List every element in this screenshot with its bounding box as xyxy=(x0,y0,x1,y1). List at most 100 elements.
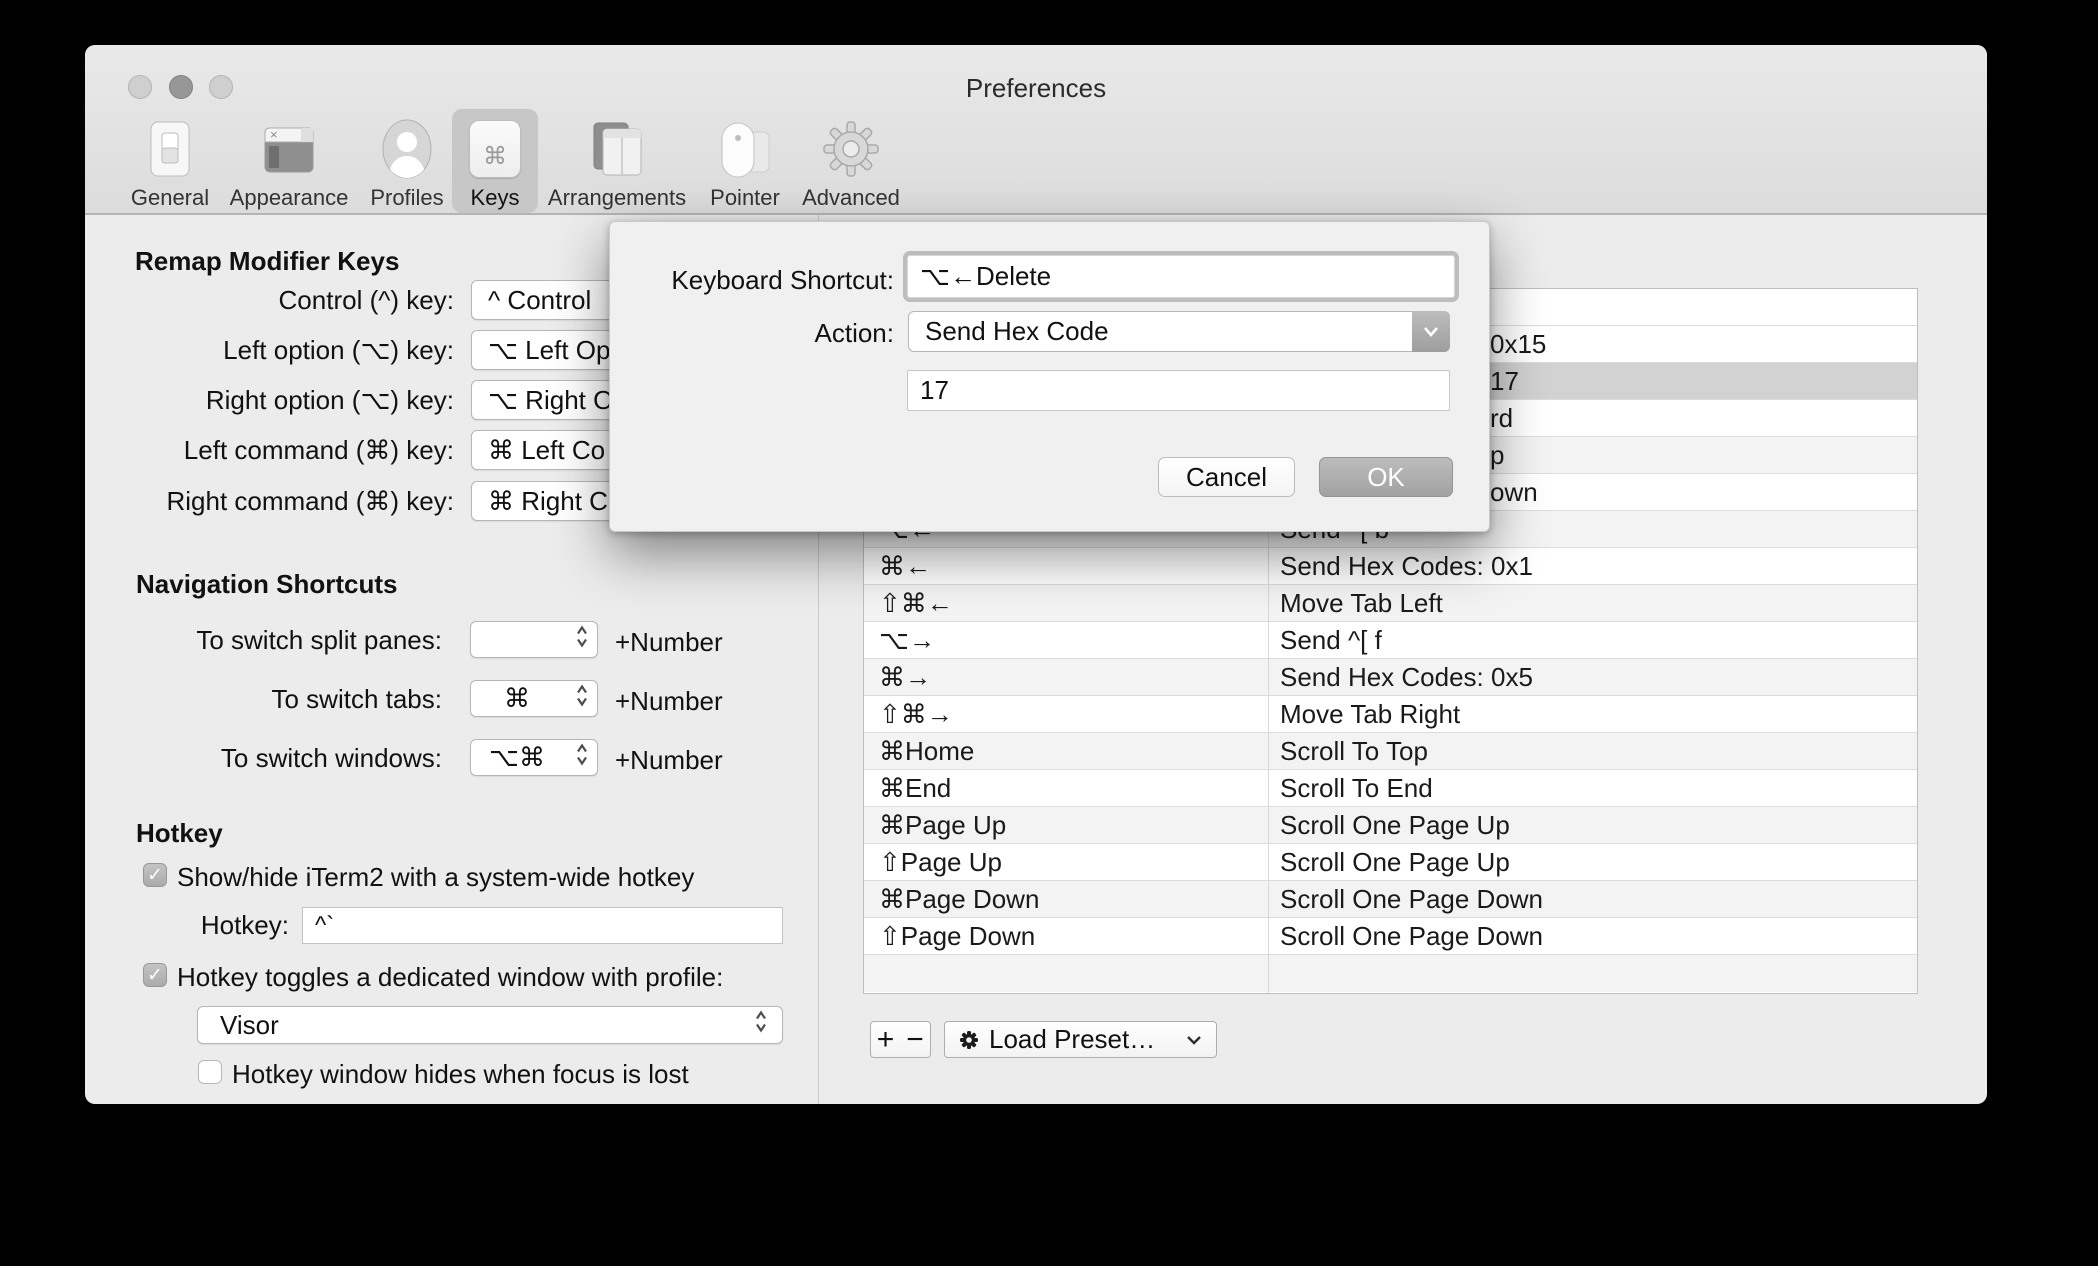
table-row[interactable]: ⌘Page Down Scroll One Page Down xyxy=(864,881,1917,918)
stepper-icon xyxy=(754,1009,768,1042)
toolbar-item-advanced[interactable]: Advanced xyxy=(786,109,916,213)
edit-key-dialog: Keyboard Shortcut: Action: Send Hex Code… xyxy=(609,221,1490,532)
general-icon xyxy=(147,113,193,185)
key-combination-cell: ⇧Page Down xyxy=(879,921,1036,951)
keyboard-shortcut-field[interactable] xyxy=(907,255,1455,298)
action-cell: Scroll One Page Up xyxy=(1280,810,1510,840)
table-row[interactable] xyxy=(864,955,1917,992)
toolbar-item-profiles[interactable]: Profiles xyxy=(352,109,462,213)
key-combination-cell: ⌘Home xyxy=(879,736,975,766)
hex-code-input[interactable] xyxy=(907,370,1450,411)
action-cell: Move Tab Left xyxy=(1280,588,1443,618)
appearance-icon: × xyxy=(261,113,317,185)
hotkey-field-label: Hotkey: xyxy=(200,910,289,940)
action-label: Action: xyxy=(814,318,895,348)
action-cell: Scroll To Top xyxy=(1280,736,1428,766)
key-combination-cell: ⌘← xyxy=(879,551,931,581)
key-combination-cell: ⌘→ xyxy=(879,662,931,692)
toolbar-item-pointer[interactable]: Pointer xyxy=(690,109,800,213)
action-cell: Scroll One Page Down xyxy=(1280,884,1544,914)
table-row[interactable]: ⌥→ Send ^[ f xyxy=(864,622,1917,659)
desktop-background: Preferences General × Appearance Profile… xyxy=(0,0,2098,1266)
profile-popup[interactable]: Visor xyxy=(197,1006,783,1044)
remap-row-label: Control (^) key: xyxy=(278,285,454,315)
cancel-button[interactable]: Cancel xyxy=(1158,457,1295,497)
key-combination-cell: ⌘End xyxy=(879,773,952,803)
table-row[interactable]: ⇧Page Down Scroll One Page Down xyxy=(864,918,1917,955)
add-mapping-button[interactable]: + xyxy=(870,1021,901,1058)
key-combination-cell: ⌥→ xyxy=(879,625,935,655)
action-cell: Send Hex Codes: 0x5 xyxy=(1280,662,1533,692)
nav-row-label: To switch split panes: xyxy=(196,625,442,655)
hotkey-heading: Hotkey xyxy=(136,818,223,848)
hides-on-blur-checkbox[interactable] xyxy=(198,1060,222,1084)
navigation-heading: Navigation Shortcuts xyxy=(136,569,398,599)
toolbar-label: Appearance xyxy=(229,185,349,210)
table-row[interactable]: ⌘← Send Hex Codes: 0x1 xyxy=(864,548,1917,585)
nav-row-label: To switch windows: xyxy=(220,743,442,773)
remap-heading: Remap Modifier Keys xyxy=(135,246,400,276)
remap-row-label: Left option (⌥) key: xyxy=(223,335,454,365)
dedicated-window-checkbox[interactable]: ✓ xyxy=(143,963,167,987)
plus-number-label: +Number xyxy=(615,686,723,716)
svg-text:×: × xyxy=(270,127,278,142)
key-combination-cell: ⌘Page Up xyxy=(879,810,1007,840)
toolbar-item-appearance[interactable]: × Appearance xyxy=(209,109,369,213)
load-preset-label: Load Preset… xyxy=(989,1024,1156,1054)
action-select[interactable]: Send Hex Code xyxy=(908,311,1450,352)
preferences-window: Preferences General × Appearance Profile… xyxy=(85,45,1987,1104)
arrangements-icon xyxy=(588,113,646,185)
key-combination-cell: ⇧⌘← xyxy=(879,588,953,618)
advanced-icon xyxy=(822,113,880,185)
popup-arrow-icon xyxy=(1412,311,1450,352)
load-preset-button[interactable]: Load Preset… xyxy=(944,1021,1217,1058)
action-cell xyxy=(1268,955,1917,992)
plus-number-label: +Number xyxy=(615,627,723,657)
remove-mapping-button[interactable]: − xyxy=(900,1021,931,1058)
toolbar-label: Keys xyxy=(470,185,520,210)
toolbar-label: Pointer xyxy=(710,185,780,210)
action-cell: Scroll One Page Up xyxy=(1280,847,1510,877)
toolbar-label: Profiles xyxy=(370,185,444,210)
toolbar-item-arrangements[interactable]: Arrangements xyxy=(527,109,707,213)
action-cell: Send Hex Codes: 0x1 xyxy=(1280,551,1533,581)
action-value: Send Hex Code xyxy=(925,316,1109,346)
switch-windows-popup[interactable]: ⌥⌘ xyxy=(470,739,598,776)
table-row[interactable]: ⌘→ Send Hex Codes: 0x5 xyxy=(864,659,1917,696)
switch-tabs-popup[interactable]: ⌘ xyxy=(470,680,598,717)
table-row[interactable]: ⇧Page Up Scroll One Page Up xyxy=(864,844,1917,881)
key-combination-cell: ⌘Page Down xyxy=(879,884,1040,914)
gear-icon xyxy=(959,1030,979,1050)
key-combination-cell: ⇧Page Up xyxy=(879,847,1002,877)
action-cell: Scroll One Page Down xyxy=(1280,921,1544,951)
pointer-icon xyxy=(717,113,773,185)
table-row[interactable]: ⌘Home Scroll To Top xyxy=(864,733,1917,770)
action-cell: Scroll To End xyxy=(1280,773,1433,803)
keyboard-shortcut-label: Keyboard Shortcut: xyxy=(671,265,894,295)
table-row[interactable]: ⌘End Scroll To End xyxy=(864,770,1917,807)
remap-row-label: Right option (⌥) key: xyxy=(205,385,454,415)
table-row[interactable]: ⇧⌘→ Move Tab Right xyxy=(864,696,1917,733)
key-combination-cell: ⇧⌘→ xyxy=(879,699,953,729)
table-row[interactable]: ⌘Page Up Scroll One Page Up xyxy=(864,807,1917,844)
toolbar-label: Advanced xyxy=(802,185,900,210)
key-combination-cell xyxy=(864,955,1268,992)
profiles-icon xyxy=(381,113,433,185)
keys-icon: ⌘ xyxy=(469,113,521,185)
toolbar-item-keys[interactable]: ⌘ Keys xyxy=(452,109,538,213)
toolbar-label: General xyxy=(130,185,210,210)
show-hide-hotkey-checkbox[interactable]: ✓ xyxy=(143,863,167,887)
show-hide-hotkey-label: Show/hide iTerm2 with a system-wide hotk… xyxy=(177,862,695,892)
remap-row-label: Right command (⌘) key: xyxy=(166,486,454,516)
table-row[interactable]: ⇧⌘← Move Tab Left xyxy=(864,585,1917,622)
hotkey-input[interactable] xyxy=(302,907,783,944)
switch-panes-popup[interactable] xyxy=(470,621,598,658)
nav-row-label: To switch tabs: xyxy=(271,684,442,714)
toolbar-label: Arrangements xyxy=(547,185,687,210)
hides-on-blur-label: Hotkey window hides when focus is lost xyxy=(232,1059,689,1089)
action-cell: Send ^[ f xyxy=(1280,625,1382,655)
dedicated-window-label: Hotkey toggles a dedicated window with p… xyxy=(177,962,724,992)
plus-number-label: +Number xyxy=(615,745,723,775)
stepper-icon xyxy=(575,682,589,715)
ok-button[interactable]: OK xyxy=(1319,457,1453,497)
